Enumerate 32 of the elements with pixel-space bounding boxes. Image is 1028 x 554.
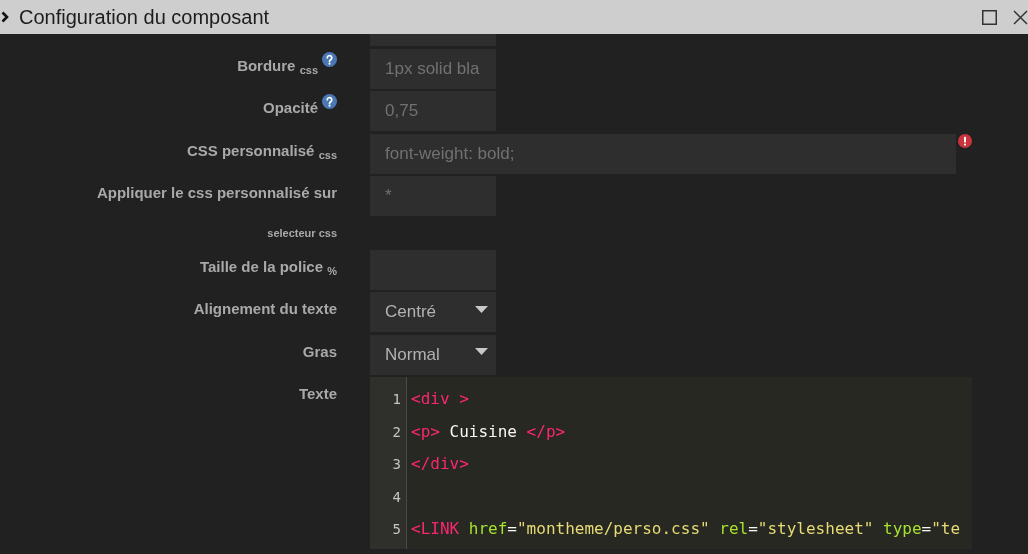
code-line: <p> Cuisine </p> [411, 420, 566, 443]
code-editor[interactable]: 1 2 3 4 5 <div > <p> Cuisine </p> </div> <LINK href="montheme/perso.css" rel="stylesheet" type="te [370, 377, 972, 549]
window-title: Configuration du composant [19, 5, 270, 29]
input-field[interactable]: 0,75 [370, 91, 496, 131]
maximize-icon[interactable] [982, 9, 997, 25]
input-field[interactable]: 1px solid bla [370, 48, 496, 89]
close-icon[interactable] [1013, 9, 1028, 25]
field-label: Texte [298, 384, 337, 404]
code-line: <div > [411, 388, 469, 410]
field-label: Taille de la police $_{%}$ [199, 256, 337, 279]
field-label: Bordure $_{css}$ [237, 55, 318, 78]
line-number: 4 [391, 487, 401, 507]
chevron-icon[interactable] [1, 11, 9, 23]
input-field[interactable]: font-weight: bold; [370, 133, 956, 174]
field-label: CSS personnalisé $_{css}$ [186, 140, 337, 163]
line-number: 2 [391, 422, 401, 442]
input-field[interactable] [370, 34, 496, 46]
code-line: <LINK href="montheme/perso.css" rel="stylesheet" type="te [411, 518, 961, 540]
code-line: </div> [411, 453, 469, 475]
field-label: Opacité [262, 98, 318, 118]
field-label: Gras [302, 341, 337, 362]
caret-icon [475, 305, 488, 313]
help-icon[interactable] [322, 51, 337, 67]
line-number: 3 [391, 455, 401, 474]
dropdown[interactable]: Centré [370, 292, 496, 332]
dropdown[interactable]: Normal [370, 334, 496, 375]
input-field[interactable]: * [370, 176, 496, 216]
caret-icon [475, 348, 488, 355]
help-icon[interactable] [322, 94, 337, 109]
line-number: 1 [391, 390, 401, 409]
line-number: 5 [391, 520, 401, 539]
field-label: Alignement du texte [193, 299, 337, 319]
